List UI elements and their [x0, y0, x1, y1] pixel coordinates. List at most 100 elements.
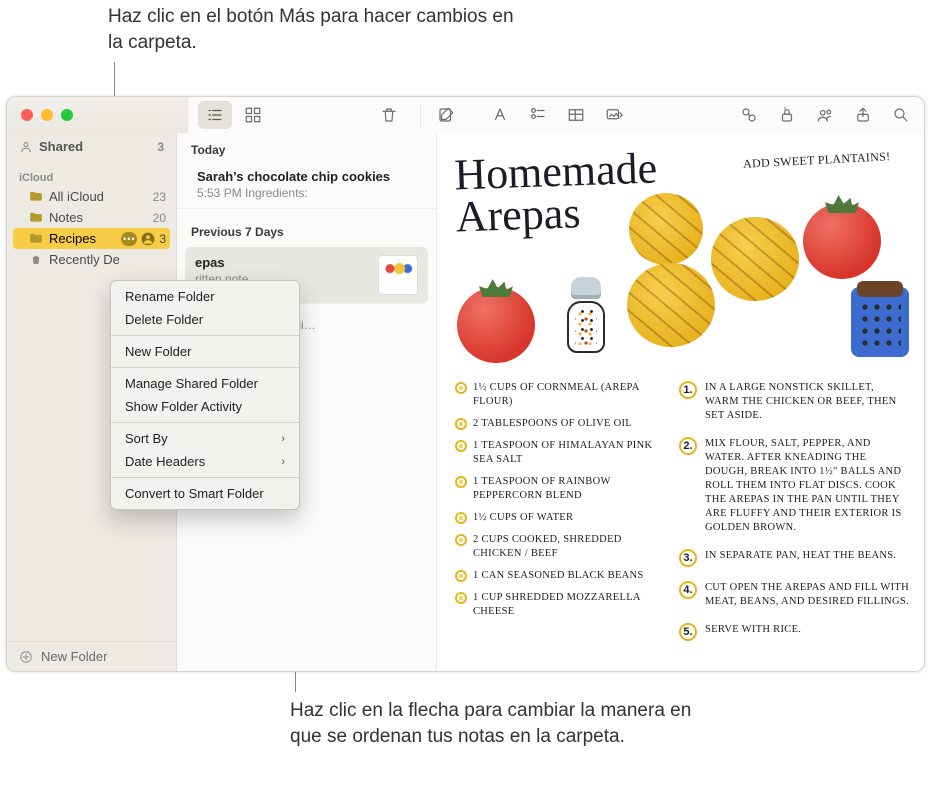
chevron-right-icon: › [281, 456, 285, 468]
ctx-item[interactable]: Sort By› [111, 427, 299, 450]
trash-icon [29, 254, 43, 265]
share-button[interactable] [846, 101, 880, 129]
shared-icon [19, 140, 33, 154]
lock-note-button[interactable] [770, 101, 804, 129]
shared-badge-icon [141, 232, 155, 246]
ingredient-text: 1 teaspoon of Himalayan pink sea salt [473, 439, 665, 467]
sidebar-item-recently-deleted[interactable]: Recently De [7, 249, 176, 270]
folder-icon [29, 191, 43, 202]
sidebar-item-all-icloud[interactable]: All iCloud 23 [7, 186, 176, 207]
ctx-item-label: Sort By [125, 431, 168, 446]
toolbar-divider [420, 103, 421, 127]
fullscreen-window-button[interactable] [61, 109, 73, 121]
ctx-item-label: Rename Folder [125, 289, 215, 304]
folder-context-menu: Rename Folder Delete Folder New Folder Mana… [110, 280, 300, 510]
format-text-button[interactable] [483, 101, 517, 129]
bullet-icon [455, 382, 467, 394]
ingredient-item: 1½ cups of water [455, 511, 665, 525]
callout-bottom-text: Haz clic en la flecha para cambiar la ma… [290, 698, 720, 750]
collaborate-button[interactable] [808, 101, 842, 129]
sidebar-item-recipes[interactable]: Recipes ••• 3 [13, 228, 170, 249]
view-list-button[interactable] [198, 101, 232, 129]
ingredient-text: 1½ cups of water [473, 511, 573, 525]
bullet-icon [455, 534, 467, 546]
table-button[interactable] [559, 101, 593, 129]
delete-note-button[interactable] [372, 101, 406, 129]
sidebar-item-notes[interactable]: Notes 20 [7, 207, 176, 228]
close-window-button[interactable] [21, 109, 33, 121]
link-note-button[interactable] [732, 101, 766, 129]
checklist-button[interactable] [521, 101, 555, 129]
ctx-item-label: Date Headers [125, 454, 205, 469]
ingredient-text: 1 teaspoon of rainbow peppercorn blend [473, 475, 665, 503]
steps-list: 1. In a large nonstick skillet, warm the … [679, 381, 910, 655]
sidebar-item-count: 3 [159, 232, 166, 246]
note-subtitle: 5:53 PM Ingredients: [197, 186, 422, 200]
callout-top-text: Haz clic en el botón Más para hacer camb… [108, 4, 528, 56]
window-controls [21, 109, 73, 121]
ctx-item[interactable]: Show Folder Activity [111, 395, 299, 418]
notes-list-group-header: Previous 7 Days [177, 209, 436, 243]
ctx-item[interactable]: Delete Folder [111, 308, 299, 331]
ctx-item-label: New Folder [125, 344, 191, 359]
view-gallery-button[interactable] [236, 101, 270, 129]
ctx-item[interactable]: New Folder [111, 340, 299, 363]
new-folder-label: New Folder [41, 649, 107, 664]
new-folder-button[interactable]: New Folder [7, 641, 176, 671]
bullet-icon [455, 440, 467, 452]
sidebar-item-label: Recently De [49, 252, 120, 267]
ingredients-list: 1½ cups of cornmeal (arepa flour) 2 table… [455, 381, 665, 627]
sidebar-shared-row[interactable]: Shared 3 [7, 133, 176, 160]
bullet-icon [455, 592, 467, 604]
ctx-item[interactable]: Rename Folder [111, 285, 299, 308]
folder-more-button[interactable]: ••• [121, 232, 137, 246]
ingredient-item: 1 teaspoon of Himalayan pink sea salt [455, 439, 665, 467]
notes-list-item[interactable]: Sarah’s chocolate chip cookies 5:53 PM I… [177, 161, 436, 209]
media-menu-button[interactable] [597, 101, 631, 129]
ingredient-text: 2 tablespoons of olive oil [473, 417, 632, 431]
step-item: 3.In separate pan, heat the beans. [679, 549, 910, 567]
recipe-corner-note: ADD SWEET PLANTAINS! [742, 149, 890, 172]
ctx-item[interactable]: Convert to Smart Folder [111, 482, 299, 505]
ctx-item[interactable]: Date Headers › [111, 450, 299, 473]
ctx-item-label: Manage Shared Folder [125, 376, 258, 391]
ctx-item-label: Delete Folder [125, 312, 203, 327]
sidebar-item-label: All iCloud [49, 189, 104, 204]
arepa-drawing [711, 217, 799, 301]
ingredient-item: 1½ cups of cornmeal (arepa flour) [455, 381, 665, 409]
shared-folder-icon [29, 233, 43, 244]
minimize-window-button[interactable] [41, 109, 53, 121]
note-title: epas [195, 255, 370, 270]
arepa-drawing [627, 263, 715, 347]
ctx-separator [111, 367, 299, 368]
ingredient-item: 1 teaspoon of rainbow peppercorn blend [455, 475, 665, 503]
folder-icon [29, 212, 43, 223]
toolbar [187, 97, 924, 133]
step-number-icon: 1. [679, 381, 697, 399]
ingredient-text: 2 cups cooked, shredded chicken / beef [473, 533, 665, 561]
ctx-item[interactable]: Manage Shared Folder [111, 372, 299, 395]
recipe-drawing: HomemadeArepas ADD SWEET PLANTAINS! 1½ c… [437, 133, 924, 671]
titlebar [7, 97, 924, 133]
step-item: 2.Mix flour, salt, pepper, and water. Af… [679, 437, 910, 535]
search-button[interactable] [884, 101, 918, 129]
bullet-icon [455, 570, 467, 582]
shaker-drawing [565, 277, 607, 353]
ingredient-text: 1 can seasoned black beans [473, 569, 644, 583]
ingredient-item: 2 cups cooked, shredded chicken / beef [455, 533, 665, 561]
step-number-icon: 5. [679, 623, 697, 641]
tomato-drawing [457, 287, 535, 363]
step-text: Serve with rice. [705, 623, 801, 641]
note-editor[interactable]: HomemadeArepas ADD SWEET PLANTAINS! 1½ c… [437, 133, 924, 671]
ingredient-text: 1 cup shredded mozzarella cheese [473, 591, 665, 619]
step-text: In a large nonstick skillet, warm the ch… [705, 381, 910, 423]
step-number-icon: 3. [679, 549, 697, 567]
beans-can-drawing [851, 287, 909, 357]
step-number-icon: 4. [679, 581, 697, 599]
ingredient-item: 1 cup shredded mozzarella cheese [455, 591, 665, 619]
sidebar-item-label: Notes [49, 210, 83, 225]
ingredient-item: 1 can seasoned black beans [455, 569, 665, 583]
sidebar-item-count: 20 [153, 211, 166, 225]
new-note-button[interactable] [429, 101, 463, 129]
ctx-separator [111, 477, 299, 478]
